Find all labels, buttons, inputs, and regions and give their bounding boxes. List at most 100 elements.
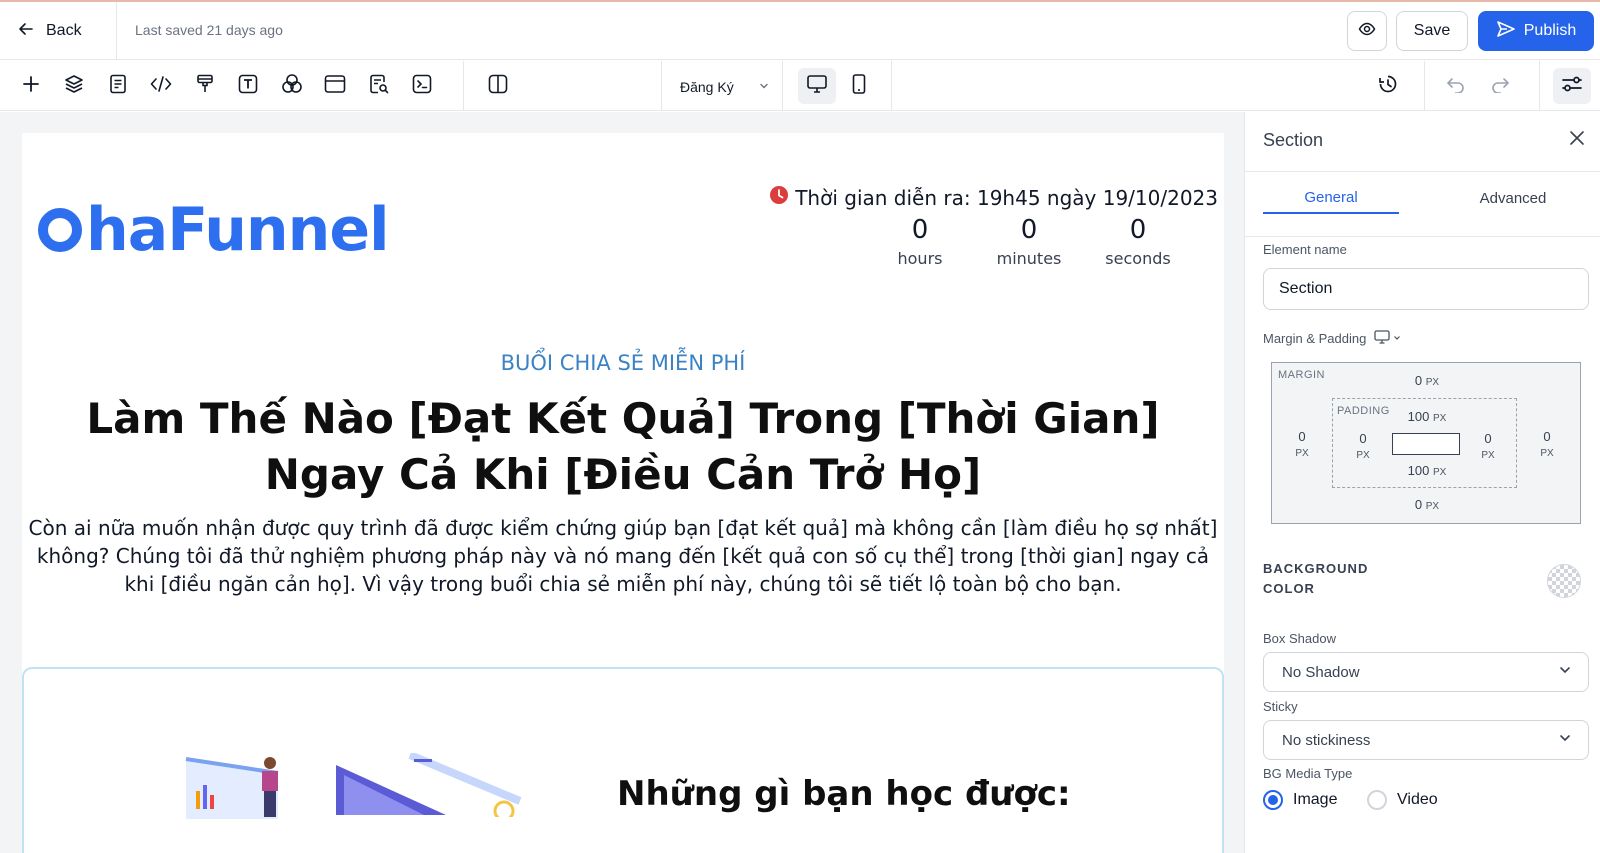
logo-mark-icon [38,208,82,252]
responsive-device-toggle[interactable] [1374,330,1402,347]
elements-button[interactable] [276,70,308,102]
last-saved-status: Last saved 21 days ago [135,22,283,38]
page-selector[interactable]: Đăng Ký [680,76,770,98]
margin-left-value: 0 [1298,429,1306,444]
bg-media-type-label: BG Media Type [1263,766,1353,781]
smartphone-icon [851,73,867,99]
sticky-label: Sticky [1263,699,1298,714]
radio-unchecked-icon [1367,790,1387,810]
panel-title: Section [1263,130,1324,150]
element-name-label: Element name [1263,242,1347,257]
margin-bottom-value: 0 [1414,497,1423,512]
countdown-minutes-label: minutes [996,249,1062,268]
layers-button[interactable] [58,70,90,102]
close-panel-button[interactable] [1563,126,1591,154]
countdown-hours-value: 0 [911,215,929,245]
code-icon [150,75,172,98]
tab-general[interactable]: General [1263,182,1399,214]
sticky-value: No stickiness [1282,731,1371,749]
undo-icon [1446,75,1466,98]
countdown-minutes: 0 minutes [974,215,1084,268]
back-button[interactable]: Back [0,2,117,60]
margin-label: MARGIN [1278,369,1325,381]
tab-advanced[interactable]: Advanced [1445,182,1581,214]
settings-panel-button[interactable] [1553,68,1591,104]
learn-heading[interactable]: Những gì bạn học được: [617,774,1071,814]
unit-label: PX [1356,450,1370,461]
content-box [1392,433,1460,455]
split-view-icon [488,74,508,99]
browser-illustration [334,751,524,822]
margin-top-input[interactable]: 0 PX [1402,373,1452,388]
desktop-view-button[interactable] [798,68,836,104]
sliders-icon [1561,75,1583,98]
monitor-icon [806,74,828,99]
countdown-seconds-label: seconds [1105,249,1171,268]
media-type-image-radio[interactable]: Image [1263,790,1337,810]
publish-button[interactable]: Publish [1478,11,1594,51]
send-icon [1496,19,1516,44]
margin-right-value: 0 [1543,429,1551,444]
mobile-view-button[interactable] [843,70,875,102]
background-color-swatch[interactable] [1547,564,1581,598]
code-button[interactable] [145,70,177,102]
history-button[interactable] [1372,70,1404,102]
save-button[interactable]: Save [1396,11,1468,51]
padding-left-value: 0 [1359,431,1367,446]
countdown-title-text: Thời gian diễn ra: 19h45 ngày 19/10/2023 [795,185,1218,210]
redo-button[interactable] [1484,70,1516,102]
clock-icon [769,185,789,210]
unit-label: PX [1481,450,1495,461]
margin-left-input[interactable]: 0 PX [1287,429,1317,459]
margin-bottom-input[interactable]: 0 PX [1402,497,1452,512]
countdown-seconds: 0 seconds [1083,215,1193,268]
preview-button[interactable] [1347,11,1387,51]
popup-button[interactable] [319,70,351,102]
pages-button[interactable] [102,70,134,102]
toolbar-divider [891,61,892,111]
element-name-input[interactable]: Section [1263,268,1589,310]
box-shadow-label: Box Shadow [1263,631,1336,646]
dashboard-illustration [184,755,304,823]
padding-left-input[interactable]: 0 PX [1348,431,1378,461]
learn-section[interactable]: Những gì bạn học được: [22,667,1224,853]
chevron-down-icon [1392,331,1402,346]
main-headline[interactable]: Làm Thế Nào [Đạt Kết Quả] Trong [Thời Gi… [42,391,1204,503]
unit-label: PX [1425,501,1440,512]
eyebrow-text[interactable]: BUỔI CHIA SẺ MIỄN PHÍ [22,351,1224,375]
panel-divider [1245,171,1600,172]
styles-button[interactable] [189,70,221,102]
margin-right-input[interactable]: 0 PX [1532,429,1562,459]
undo-button[interactable] [1440,70,1472,102]
padding-bottom-input[interactable]: 100 PX [1397,463,1457,478]
padding-top-input[interactable]: 100 PX [1397,409,1457,424]
countdown-seconds-value: 0 [1129,215,1147,245]
add-element-button[interactable] [15,70,47,102]
page-section[interactable]: haFunnel Thời gian diễn ra: 19h45 ngày 1… [22,133,1224,853]
radio-checked-icon [1263,790,1283,810]
back-label: Back [46,22,82,39]
close-icon [1569,130,1585,151]
plus-icon [22,75,40,98]
editor-toolbar: Đăng Ký [0,61,1600,111]
sticky-select[interactable]: No stickiness [1263,720,1589,760]
seo-button[interactable] [363,70,395,102]
text-button[interactable] [232,70,264,102]
padding-right-value: 0 [1484,431,1492,446]
script-button[interactable] [406,70,438,102]
split-view-button[interactable] [482,70,514,102]
padding-right-input[interactable]: 0 PX [1473,431,1503,461]
countdown-hours-label: hours [897,249,943,268]
unit-label: PX [1425,377,1440,388]
toolbar-divider [1539,61,1540,111]
unit-label: PX [1432,467,1447,478]
media-type-video-radio[interactable]: Video [1367,790,1438,810]
eye-icon [1358,20,1376,43]
toolbar-divider [661,61,662,111]
history-icon [1377,73,1399,100]
box-shadow-select[interactable]: No Shadow [1263,652,1589,692]
padding-top-value: 100 [1407,409,1430,424]
description-paragraph[interactable]: Còn ai nữa muốn nhận được quy trình đã đ… [22,514,1224,598]
padding-bottom-value: 100 [1407,463,1430,478]
countdown-minutes-value: 0 [1020,215,1038,245]
